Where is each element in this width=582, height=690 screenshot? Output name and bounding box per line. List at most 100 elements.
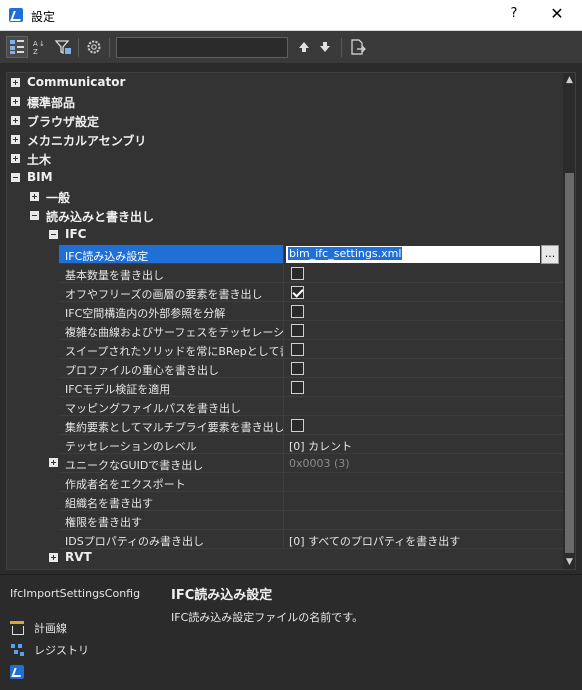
- category-label: 土木: [27, 153, 52, 167]
- collapse-icon[interactable]: [11, 173, 20, 182]
- title-bar: 設定 ? ✕: [0, 0, 582, 31]
- category-hyojun[interactable]: 標準部品: [7, 93, 569, 112]
- prop-name[interactable]: テッセレーションのレベル: [59, 435, 284, 454]
- prop-name[interactable]: オフやフリーズの画層の要素を書き出し: [59, 283, 284, 302]
- category-bim[interactable]: BIM: [7, 169, 569, 188]
- search-input[interactable]: [116, 37, 288, 58]
- prop-value: [284, 264, 569, 283]
- prop-value: [284, 378, 569, 397]
- expand-icon[interactable]: [49, 553, 58, 562]
- export-icon: [351, 39, 366, 55]
- expand-icon[interactable]: [11, 135, 20, 144]
- expand-icon[interactable]: [49, 458, 58, 467]
- file-path-input[interactable]: bim_ifc_settings.xml: [286, 246, 540, 263]
- expand-icon[interactable]: [11, 97, 20, 106]
- prop-value[interactable]: [284, 492, 569, 511]
- expand-icon[interactable]: [11, 78, 20, 87]
- category-import-export[interactable]: 読み込みと書き出し: [7, 207, 569, 226]
- prop-value[interactable]: [0] すべてのプロパティを書き出す: [284, 530, 569, 549]
- checkbox[interactable]: [291, 267, 304, 280]
- prop-name[interactable]: IDSプロパティのみ書き出し: [59, 530, 284, 549]
- settings-button[interactable]: [84, 37, 104, 57]
- prop-name[interactable]: IFC空間構造内の外部参照を分解: [59, 302, 284, 321]
- collapse-icon[interactable]: [49, 230, 58, 239]
- category-general[interactable]: 一般: [7, 188, 569, 207]
- prop-row[interactable]: 権限を書き出す: [7, 511, 569, 530]
- prop-name[interactable]: マッピングファイルパスを書き出し: [59, 397, 284, 416]
- previous-match-button[interactable]: [294, 37, 314, 57]
- prop-name[interactable]: 組織名を書き出す: [59, 492, 284, 511]
- prop-row[interactable]: IDSプロパティのみ書き出し [0] すべてのプロパティを書き出す: [7, 530, 569, 549]
- category-browser[interactable]: ブラウザ設定: [7, 112, 569, 131]
- prop-name[interactable]: 権限を書き出す: [59, 511, 284, 530]
- prop-value[interactable]: [284, 397, 569, 416]
- prop-value[interactable]: [0] カレント: [284, 435, 569, 454]
- browse-button[interactable]: ...: [541, 245, 559, 264]
- prop-row[interactable]: 集約要素としてマルチプライ要素を書き出し: [7, 416, 569, 435]
- checkbox[interactable]: [291, 343, 304, 356]
- category-label: 標準部品: [27, 96, 76, 110]
- category-label: IFC: [65, 227, 87, 241]
- plan-line-icon: [10, 621, 24, 635]
- prop-name[interactable]: 基本数量を書き出し: [59, 264, 284, 283]
- vertical-scrollbar[interactable]: ▲ ▼: [563, 73, 575, 569]
- tree-view-icon: [10, 40, 24, 54]
- collapse-icon[interactable]: [30, 211, 39, 220]
- scroll-down-icon[interactable]: ▼: [563, 555, 575, 569]
- description-text: IFC読み込み設定ファイルの名前です。: [171, 611, 364, 624]
- scrollbar-thumb[interactable]: [565, 173, 574, 553]
- prop-value: [284, 359, 569, 378]
- checkbox[interactable]: [291, 419, 304, 432]
- category-rvt[interactable]: RVT: [7, 549, 569, 568]
- tree-view-button[interactable]: [6, 36, 28, 58]
- svg-text:Z: Z: [33, 48, 38, 56]
- checkbox[interactable]: [291, 362, 304, 375]
- category-ifc[interactable]: IFC: [7, 226, 569, 245]
- prop-row[interactable]: オフやフリーズの画層の要素を書き出し: [7, 283, 569, 302]
- prop-name[interactable]: 作成者名をエクスポート: [59, 473, 284, 492]
- prop-name[interactable]: スイープされたソリッドを常にBRepとして書き出す: [59, 340, 284, 359]
- category-communicator[interactable]: Communicator: [7, 74, 569, 93]
- registry-label: レジストリ: [34, 644, 89, 657]
- prop-row[interactable]: IFC空間構造内の外部参照を分解: [7, 302, 569, 321]
- prop-name[interactable]: ユニークなGUIDで書き出し: [59, 454, 284, 473]
- prop-value: [284, 283, 569, 302]
- prop-name[interactable]: 複雑な曲線およびサーフェスをテッセレーション: [59, 321, 284, 340]
- filter-button[interactable]: [53, 37, 73, 57]
- help-button[interactable]: ?: [508, 6, 520, 21]
- prop-row[interactable]: IFCモデル検証を適用: [7, 378, 569, 397]
- expand-icon[interactable]: [30, 192, 39, 201]
- prop-name[interactable]: IFC読み込み設定: [59, 245, 284, 264]
- prop-row[interactable]: スイープされたソリッドを常にBRepとして書き出す: [7, 340, 569, 359]
- sort-az-button[interactable]: A ↓ Z: [30, 37, 50, 57]
- checkbox[interactable]: [291, 324, 304, 337]
- description-panel: IfcImportSettingsConfig IFC読み込み設定 IFC読み込…: [0, 574, 582, 690]
- category-civil[interactable]: 土木: [7, 150, 569, 169]
- prop-row-ifc-import-settings[interactable]: IFC読み込み設定 bim_ifc_settings.xml ...: [7, 245, 569, 264]
- setting-variable-name: IfcImportSettingsConfig: [10, 587, 141, 600]
- prop-row[interactable]: 作成者名をエクスポート: [7, 473, 569, 492]
- prop-name[interactable]: 集約要素としてマルチプライ要素を書き出し: [59, 416, 284, 435]
- prop-row[interactable]: 複雑な曲線およびサーフェスをテッセレーション: [7, 321, 569, 340]
- prop-value[interactable]: [284, 473, 569, 492]
- expand-icon[interactable]: [11, 116, 20, 125]
- prop-row[interactable]: マッピングファイルパスを書き出し: [7, 397, 569, 416]
- next-match-button[interactable]: [315, 37, 335, 57]
- close-button[interactable]: ✕: [548, 4, 566, 23]
- category-mechanical[interactable]: メカニカルアセンブリ: [7, 131, 569, 150]
- expand-icon[interactable]: [11, 154, 20, 163]
- prop-row[interactable]: プロファイルの重心を書き出し: [7, 359, 569, 378]
- checkbox-checked[interactable]: [291, 286, 304, 299]
- prop-row[interactable]: 基本数量を書き出し: [7, 264, 569, 283]
- prop-name[interactable]: IFCモデル検証を適用: [59, 378, 284, 397]
- prop-row[interactable]: テッセレーションのレベル [0] カレント: [7, 435, 569, 454]
- checkbox[interactable]: [291, 381, 304, 394]
- checkbox[interactable]: [291, 305, 304, 318]
- prop-row[interactable]: ユニークなGUIDで書き出し 0x0003 (3): [7, 454, 569, 473]
- prop-value[interactable]: [284, 511, 569, 530]
- prop-name[interactable]: プロファイルの重心を書き出し: [59, 359, 284, 378]
- prop-row[interactable]: 組織名を書き出す: [7, 492, 569, 511]
- export-button[interactable]: [347, 37, 367, 57]
- scroll-up-icon[interactable]: ▲: [563, 73, 575, 87]
- category-label: メカニカルアセンブリ: [27, 134, 147, 148]
